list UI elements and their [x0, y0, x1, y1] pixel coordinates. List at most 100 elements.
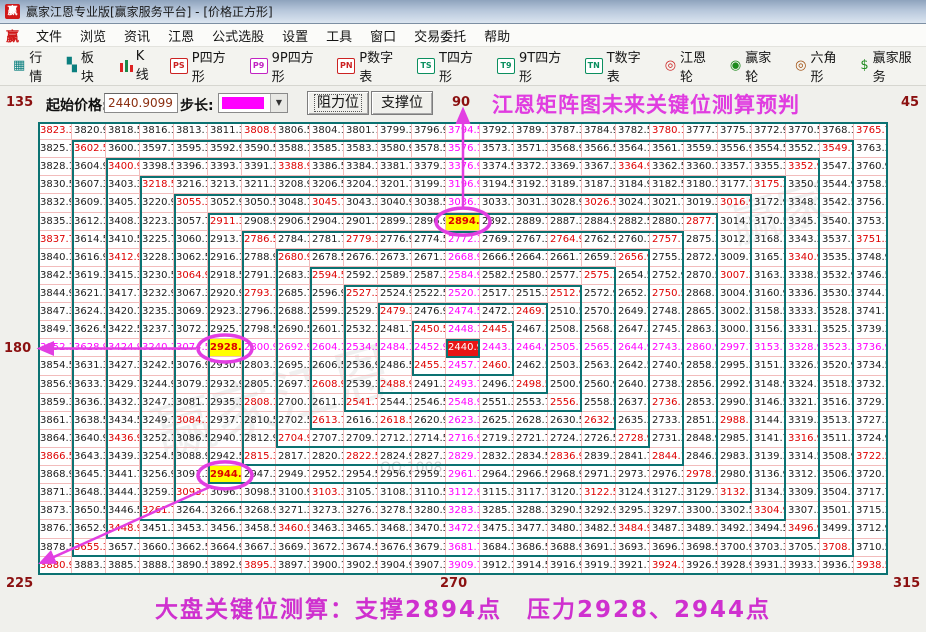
gann-cell: 3225.70 [140, 231, 174, 249]
toolbar-item-quote-grid[interactable]: ▦行情 [8, 44, 58, 88]
menu-item-2[interactable]: 资讯 [115, 28, 159, 47]
gann-cell: 2781.70 [310, 231, 344, 249]
gann-cell: 3660.10 [140, 539, 174, 557]
gann-cell: 3052.90 [208, 194, 242, 212]
service-dollar-icon: $ [860, 59, 868, 73]
toolbar-item-label: 赢家轮 [745, 47, 781, 85]
toolbar-item-t-number-table[interactable]: TNT数字表 [580, 44, 656, 88]
gann-cell: 2872.90 [684, 249, 718, 267]
gann-cell: 2848.90 [684, 430, 718, 448]
gann-cell: 3141.70 [752, 430, 786, 448]
toolbar-item-9p-square[interactable]: P99P四方形 [245, 44, 329, 88]
gann-cell: 2752.90 [650, 267, 684, 285]
gann-cell: 2812.90 [242, 430, 276, 448]
step-label: 步长: [180, 95, 214, 115]
gann-cell: 3456.10 [208, 520, 242, 538]
gann-cell: 2961.70 [446, 466, 480, 484]
gann-cell: 3292.90 [582, 502, 616, 520]
gann-cell: 3597.70 [140, 140, 174, 158]
gann-cell: 3914.50 [514, 557, 548, 575]
gann-cell: 2875.30 [684, 231, 718, 249]
gann-cell: 3504.10 [820, 484, 854, 502]
chevron-down-icon[interactable]: ▼ [270, 94, 287, 112]
gann-cell: 2726.50 [582, 430, 616, 448]
gann-cell: 2472.10 [480, 303, 514, 321]
resistance-button[interactable]: 阻力位 [307, 91, 369, 115]
gann-cell: 3136.90 [752, 466, 786, 484]
toolbar-item-p-square[interactable]: PSP四方形 [165, 44, 241, 88]
gann-cell: 3168.10 [752, 231, 786, 249]
toolbar-item-candlestick[interactable]: K线 [114, 46, 161, 86]
gann-cell: 2748.10 [650, 303, 684, 321]
winner-wheel-icon: ◉ [730, 59, 741, 73]
gann-cell: 2721.70 [514, 430, 548, 448]
toolbar-item-winner-wheel[interactable]: ◉ 赢家轮 [725, 44, 786, 88]
gann-cell: 3801.70 [344, 122, 378, 140]
9t-square-icon: T9 [497, 58, 515, 74]
gann-cell: 3302.50 [718, 502, 752, 520]
gann-cell: 3374.50 [480, 158, 514, 176]
gann-cell: 3444.10 [106, 484, 140, 502]
toolbar-item-p-number-table[interactable]: PNP数字表 [332, 44, 408, 88]
gann-cell: 3818.50 [106, 122, 140, 140]
gann-cell: 3055.30 [174, 194, 208, 212]
gann-cell: 3640.90 [72, 430, 106, 448]
gann-cell: 3492.10 [718, 520, 752, 538]
gann-cell: 3321.70 [786, 394, 820, 412]
control-row: 135 起始价格: 步长: ▼ 阻力位 支撑位 90 江恩矩阵图未来关键位测算预… [0, 86, 926, 122]
support-button[interactable]: 支撑位 [371, 91, 433, 115]
gann-cell: 3708.10 [820, 539, 854, 557]
gann-cell: 2659.30 [582, 249, 616, 267]
gann-cell: 3609.70 [72, 194, 106, 212]
gann-cell: 2685.70 [276, 285, 310, 303]
gann-cell: 3326.50 [786, 357, 820, 375]
matrix-title: 江恩矩阵图未来关键位测算预判 [492, 89, 800, 119]
gann-cell: 3026.50 [582, 194, 616, 212]
gann-cell: 3832.90 [38, 194, 72, 212]
gann-cell: 3021.70 [650, 194, 684, 212]
gann-cell: 3772.90 [752, 122, 786, 140]
gann-cell: 2860.90 [684, 339, 718, 357]
gann-cell: 2599.30 [310, 303, 344, 321]
gann-cell: 3151.30 [752, 357, 786, 375]
gann-cell: 2563.30 [582, 357, 616, 375]
gann-cell: 3655.30 [72, 539, 106, 557]
gann-cell: 2661.70 [548, 249, 582, 267]
gann-cell: 3412.90 [106, 249, 140, 267]
gann-cell: 3338.50 [786, 267, 820, 285]
gann-cell: 2671.30 [412, 249, 446, 267]
gann-cell: 3525.70 [820, 321, 854, 339]
gann-cell: 3396.10 [174, 158, 208, 176]
gann-cell: 3763.30 [854, 140, 888, 158]
toolbar-item-sector-blocks[interactable]: ▚板块 [62, 44, 110, 88]
step-select[interactable]: ▼ [218, 93, 288, 113]
gann-cell: 3244.90 [140, 376, 174, 394]
gann-cell: 3936.10 [820, 557, 854, 575]
menu-logo-icon: 赢 [6, 26, 19, 45]
gann-cell: 3120.10 [548, 484, 582, 502]
gann-cell: 3578.50 [412, 140, 446, 158]
angle-label-225: 225 [6, 576, 33, 591]
toolbar-item-9t-square[interactable]: T99T四方形 [492, 44, 576, 88]
gann-cell: 3494.50 [752, 520, 786, 538]
toolbar-item-t-square[interactable]: TST四方形 [412, 44, 488, 88]
gann-cell: 3912.10 [480, 557, 514, 575]
gann-cell: 2637.70 [616, 394, 650, 412]
gann-cell: 2733.70 [650, 412, 684, 430]
toolbar-item-gann-wheel[interactable]: ◎江恩轮 [660, 44, 721, 88]
gann-cell: 2973.70 [616, 466, 650, 484]
gann-cell: 3520.90 [820, 357, 854, 375]
gann-cell: 3816.10 [140, 122, 174, 140]
start-price-input[interactable] [104, 93, 178, 113]
toolbar-item-service-dollar[interactable]: $赢家服务 [855, 44, 926, 88]
gann-cell: 3669.70 [276, 539, 310, 557]
gann-cell: 2836.90 [548, 448, 582, 466]
gann-cell: 3758.50 [854, 176, 888, 194]
gann-cell: 3088.90 [174, 448, 208, 466]
gann-cell: 3921.70 [616, 557, 650, 575]
gann-cell: 3852.10 [38, 339, 72, 357]
toolbar-item-hexagon[interactable]: ◎六角形 [790, 44, 851, 88]
gann-cell: 3883.30 [72, 557, 106, 575]
gann-cell: 2738.50 [650, 376, 684, 394]
gann-cell: 3518.50 [820, 376, 854, 394]
